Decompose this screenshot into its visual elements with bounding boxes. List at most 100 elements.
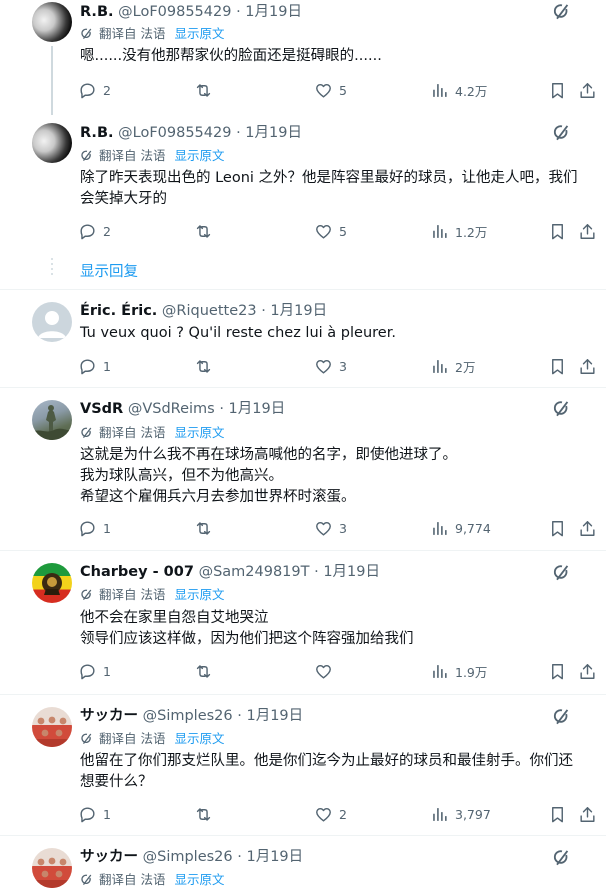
grok-icon[interactable] (552, 848, 572, 868)
tweet-date[interactable]: 1月19日 (323, 564, 380, 580)
user-handle[interactable]: @Simples26 (143, 849, 233, 865)
like-button[interactable]: 2 (314, 804, 347, 824)
show-original-link[interactable]: 显示原文 (174, 424, 224, 442)
views-button[interactable]: 9,774 (430, 518, 491, 538)
reply-button[interactable]: 1 (78, 661, 111, 681)
tweet-header: Éric. Éric. @Riquette23 · 1月19日 (80, 301, 327, 321)
views-button[interactable]: 2万 (430, 356, 475, 376)
show-original-link[interactable]: 显示原文 (174, 586, 224, 604)
display-name[interactable]: Éric. Éric. (80, 303, 157, 319)
retweet-button[interactable] (194, 518, 219, 538)
retweet-button[interactable] (194, 661, 219, 681)
action-bar: 2 5 1.2万 (78, 221, 598, 241)
views-button[interactable]: 1.9万 (430, 661, 487, 681)
like-count: 2 (339, 806, 347, 822)
display-name[interactable]: サッカー (80, 849, 138, 865)
tweet[interactable]: サッカー @Simples26 · 1月19日 翻译自 法语 显示原文 (0, 836, 606, 890)
share-button[interactable] (578, 221, 597, 241)
user-handle[interactable]: @Simples26 (143, 708, 233, 724)
display-name[interactable]: R.B. (80, 125, 114, 141)
display-name[interactable]: Charbey - 007 (80, 564, 194, 580)
grok-icon[interactable] (552, 563, 572, 583)
bookmark-button[interactable] (548, 661, 567, 681)
grok-icon[interactable] (552, 399, 572, 419)
view-count: 4.2万 (455, 83, 488, 99)
display-name[interactable]: R.B. (80, 4, 114, 20)
grok-icon[interactable] (552, 2, 572, 22)
bookmark-icon (552, 223, 563, 239)
bookmark-button[interactable] (548, 804, 567, 824)
avatar[interactable] (32, 563, 72, 603)
like-button[interactable]: 5 (314, 80, 347, 100)
show-replies-link[interactable]: 显示回复 (80, 260, 138, 281)
tweet-text-line: 想要什么？ (80, 774, 153, 790)
share-button[interactable] (578, 518, 597, 538)
avatar[interactable] (32, 123, 72, 163)
grok-icon (81, 733, 92, 745)
tweet[interactable]: Charbey - 007 @Sam249819T · 1月19日 翻译自 法语… (0, 551, 606, 694)
tweet-date[interactable]: 1月19日 (245, 4, 302, 20)
display-name[interactable]: VSdR (80, 401, 123, 417)
bookmark-button[interactable] (548, 221, 567, 241)
like-button[interactable]: 3 (314, 518, 347, 538)
tweet-date[interactable]: 1月19日 (245, 125, 302, 141)
views-chart-icon (433, 521, 447, 535)
tweet[interactable]: サッカー @Simples26 · 1月19日 翻译自 法语 显示原文 他留在了… (0, 695, 606, 835)
bookmark-button[interactable] (548, 518, 567, 538)
tweet-date[interactable]: 1月19日 (270, 303, 327, 319)
avatar[interactable] (32, 707, 72, 747)
reply-count: 2 (103, 82, 111, 98)
share-button[interactable] (578, 661, 597, 681)
share-button[interactable] (578, 80, 597, 100)
avatar[interactable] (32, 302, 72, 342)
retweet-button[interactable] (194, 221, 219, 241)
reply-button[interactable]: 2 (78, 221, 111, 241)
user-handle[interactable]: @LoF09855429 (118, 4, 231, 20)
show-original-link[interactable]: 显示原文 (174, 871, 224, 889)
views-button[interactable]: 4.2万 (430, 80, 487, 100)
grok-icon[interactable] (552, 123, 572, 143)
action-bar: 1 3 9,774 (78, 518, 598, 538)
reply-button[interactable]: 1 (78, 518, 111, 538)
reply-count: 1 (103, 520, 111, 536)
tweet[interactable]: R.B. @LoF09855429 · 1月19日 翻译自 法语 显示原文 除了… (0, 115, 606, 290)
tweet[interactable]: Éric. Éric. @Riquette23 · 1月19日 Tu veux … (0, 290, 606, 388)
reply-icon (80, 82, 95, 98)
tweet-date[interactable]: 1月19日 (246, 849, 303, 865)
avatar[interactable] (32, 400, 72, 440)
user-handle[interactable]: @VSdReims (128, 401, 215, 417)
share-button[interactable] (578, 804, 597, 824)
bookmark-button[interactable] (548, 80, 567, 100)
tweet[interactable]: R.B. @LoF09855429 · 1月19日 翻译自 法语 显示原文 嗯.… (0, 0, 606, 115)
retweet-icon (196, 359, 211, 373)
retweet-button[interactable] (194, 356, 219, 376)
tweet-date[interactable]: 1月19日 (246, 708, 303, 724)
user-handle[interactable]: @Riquette23 (162, 303, 257, 319)
tweet-text-line: 会笑掉大牙的 (80, 191, 167, 207)
grok-icon[interactable] (552, 707, 572, 727)
tweet[interactable]: VSdR @VSdReims · 1月19日 翻译自 法语 显示原文 这就是为什… (0, 388, 606, 550)
like-button[interactable]: 5 (314, 221, 347, 241)
reply-button[interactable]: 1 (78, 356, 111, 376)
show-original-link[interactable]: 显示原文 (174, 25, 224, 43)
retweet-button[interactable] (194, 80, 219, 100)
like-button[interactable]: 3 (314, 356, 347, 376)
bookmark-button[interactable] (548, 356, 567, 376)
tweet-date[interactable]: 1月19日 (229, 401, 286, 417)
share-button[interactable] (578, 356, 597, 376)
show-original-link[interactable]: 显示原文 (174, 147, 224, 165)
avatar[interactable] (32, 2, 72, 42)
user-handle[interactable]: @Sam249819T (199, 564, 310, 580)
avatar[interactable] (32, 848, 72, 888)
retweet-button[interactable] (194, 804, 219, 824)
reply-button[interactable]: 1 (78, 804, 111, 824)
show-original-link[interactable]: 显示原文 (174, 730, 224, 748)
views-button[interactable]: 3,797 (430, 804, 491, 824)
like-button[interactable] (314, 661, 339, 681)
action-bar: 1 3 2万 (78, 356, 598, 376)
views-chart-icon (433, 664, 447, 678)
views-button[interactable]: 1.2万 (430, 221, 487, 241)
user-handle[interactable]: @LoF09855429 (118, 125, 231, 141)
display-name[interactable]: サッカー (80, 708, 138, 724)
reply-button[interactable]: 2 (78, 80, 111, 100)
